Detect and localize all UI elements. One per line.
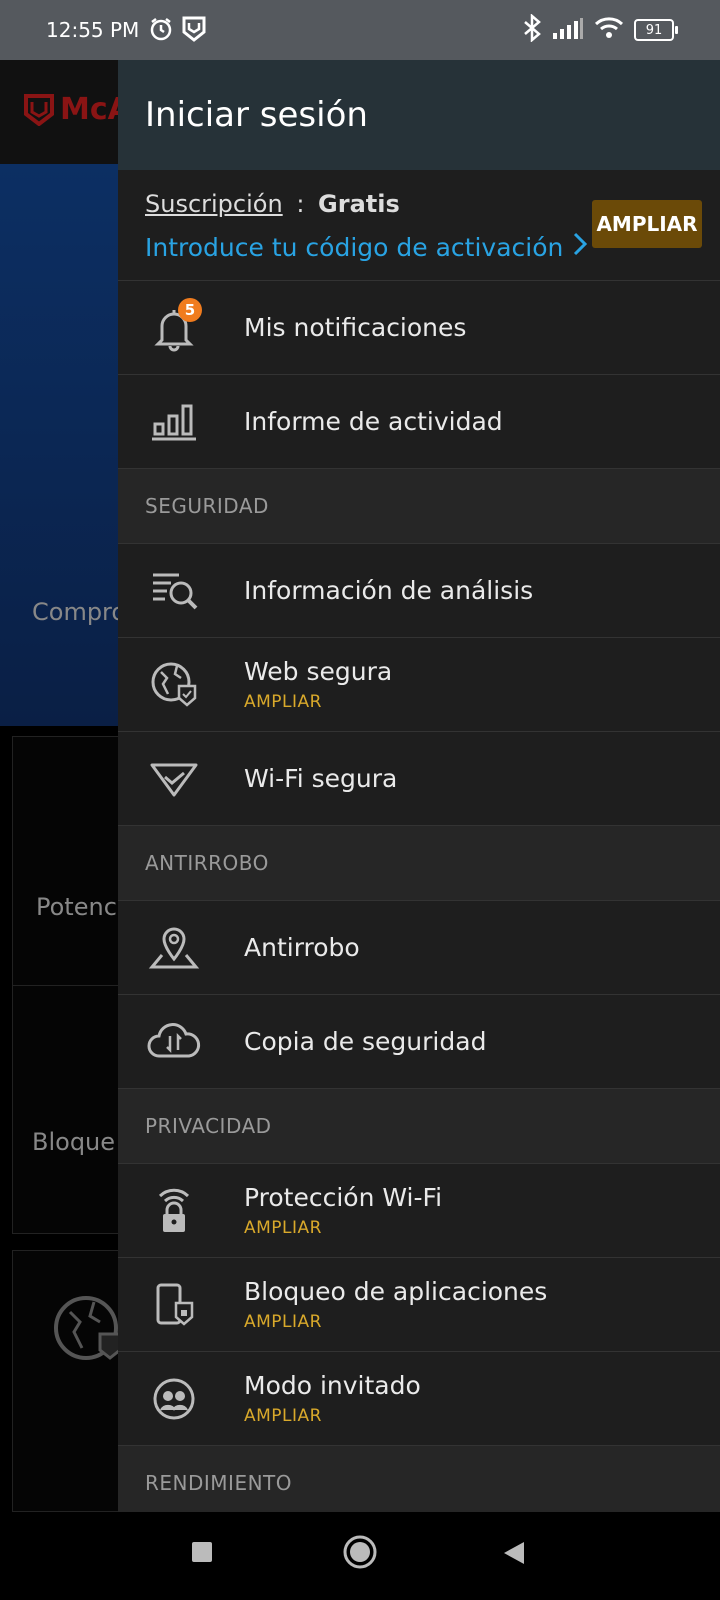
- bar-chart-icon: [146, 394, 202, 450]
- section-header-security: SEGURIDAD: [118, 469, 720, 544]
- menu-item-notifications[interactable]: 5 Mis notificaciones: [118, 281, 720, 375]
- menu-item-label: Web segura: [244, 657, 393, 686]
- menu-item-label: Modo invitado: [244, 1371, 421, 1400]
- menu-item-antitheft[interactable]: Antirrobo: [118, 901, 720, 995]
- menu-item-backup[interactable]: Copia de seguridad: [118, 995, 720, 1089]
- menu-item-label: Mis notificaciones: [244, 313, 467, 342]
- menu-item-safe-web[interactable]: Web segura AMPLIAR: [118, 638, 720, 732]
- menu-item-label: Informe de actividad: [244, 407, 503, 436]
- sign-in-title[interactable]: Iniciar sesión: [145, 95, 368, 135]
- menu-item-label: Antirrobo: [244, 933, 360, 962]
- app-lock-icon: [146, 1277, 202, 1333]
- battery-icon: 91: [634, 19, 678, 41]
- upgrade-tag: AMPLIAR: [244, 1312, 322, 1332]
- chevron-right-icon: [573, 232, 588, 262]
- mcafee-shield-icon: [182, 16, 206, 46]
- menu-item-label: Wi-Fi segura: [244, 764, 398, 793]
- background-card-text: Potenc: [36, 893, 117, 921]
- wifi-check-icon: [146, 751, 202, 807]
- background-logo: McA: [24, 92, 131, 127]
- background-hero-text: Compro: [32, 598, 127, 626]
- guest-icon: [146, 1371, 202, 1427]
- menu-item-scan-info[interactable]: Información de análisis: [118, 544, 720, 638]
- subscription-line: Suscripción : Gratis: [145, 190, 400, 218]
- bell-icon: 5: [146, 297, 202, 356]
- cloud-sync-icon: [146, 1014, 202, 1070]
- subscription-value: Gratis: [318, 190, 400, 218]
- menu-item-label: Información de análisis: [244, 576, 534, 605]
- home-icon[interactable]: [342, 1534, 378, 1574]
- upgrade-tag: AMPLIAR: [244, 692, 322, 712]
- wifi-icon: [594, 16, 624, 44]
- menu-item-label: Copia de seguridad: [244, 1027, 487, 1056]
- signal-icon: [552, 17, 584, 43]
- system-navigation-bar: [0, 1512, 720, 1600]
- bluetooth-icon: [522, 13, 542, 46]
- menu-item-secure-wifi[interactable]: Wi-Fi segura: [118, 732, 720, 826]
- menu-item-label: Bloqueo de aplicaciones: [244, 1277, 548, 1306]
- upgrade-tag: AMPLIAR: [244, 1218, 322, 1238]
- status-bar: 12:55 PM 91: [0, 0, 720, 60]
- subscription-separator: :: [296, 190, 305, 218]
- subscription-label[interactable]: Suscripción: [145, 190, 283, 218]
- status-time: 12:55 PM: [46, 18, 140, 42]
- wifi-lock-icon: [146, 1183, 202, 1239]
- section-header-privacy: PRIVACIDAD: [118, 1089, 720, 1164]
- section-header-performance: RENDIMIENTO: [118, 1446, 720, 1512]
- scan-list-icon: [146, 563, 202, 619]
- globe-shield-icon: [146, 657, 202, 713]
- upgrade-button[interactable]: AMPLIAR: [592, 200, 702, 248]
- notification-count-badge: 5: [178, 297, 202, 322]
- activation-code-link[interactable]: Introduce tu código de activación: [145, 232, 588, 262]
- section-header-antitheft: ANTIRROBO: [118, 826, 720, 901]
- sign-in-header[interactable]: Iniciar sesión: [118, 60, 720, 170]
- menu-item-label: Protección Wi-Fi: [244, 1183, 443, 1212]
- back-icon[interactable]: [502, 1540, 526, 1570]
- alarm-icon: [148, 16, 174, 46]
- menu-item-guest-mode[interactable]: Modo invitado AMPLIAR: [118, 1352, 720, 1446]
- menu-item-app-lock[interactable]: Bloqueo de aplicaciones AMPLIAR: [118, 1258, 720, 1352]
- navigation-drawer: Iniciar sesión Suscripción : Gratis Intr…: [118, 60, 720, 1512]
- menu-item-activity-report[interactable]: Informe de actividad: [118, 375, 720, 469]
- recent-apps-icon[interactable]: [190, 1540, 214, 1568]
- menu-item-wifi-protection[interactable]: Protección Wi-Fi AMPLIAR: [118, 1164, 720, 1258]
- background-card-text: Bloque: [32, 1128, 116, 1156]
- upgrade-tag: AMPLIAR: [244, 1406, 322, 1426]
- location-pin-icon: [146, 920, 202, 976]
- subscription-panel: Suscripción : Gratis Introduce tu código…: [118, 170, 720, 281]
- activation-code-label[interactable]: Introduce tu código de activación: [145, 233, 563, 262]
